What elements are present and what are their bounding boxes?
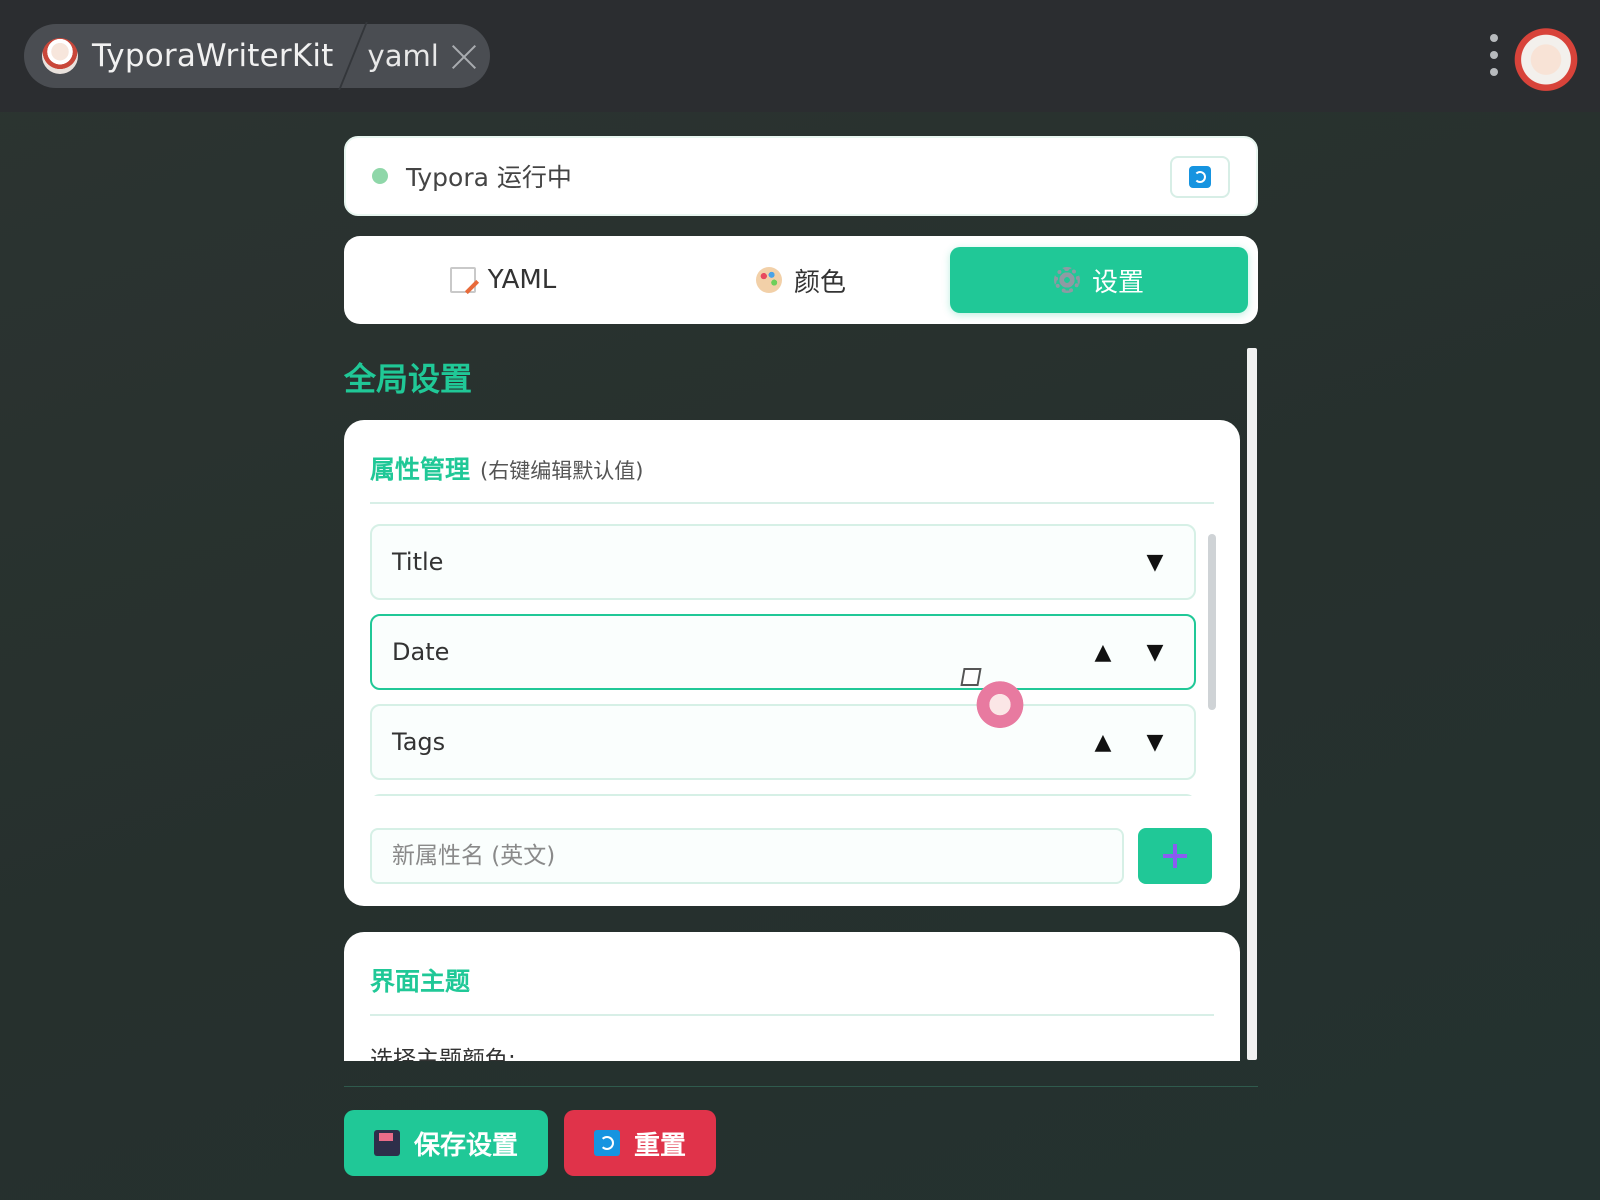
- floppy-disk-icon: [373, 1130, 400, 1156]
- move-down-icon[interactable]: ▼: [1142, 730, 1168, 755]
- attribute-label: Title: [392, 548, 444, 576]
- page-title: 全局设置: [344, 360, 473, 398]
- desktop-pet-icon[interactable]: [976, 676, 1024, 728]
- status-card: Typora 运行中: [344, 136, 1258, 216]
- title-bar: TyporaWriterKit yaml: [0, 0, 1600, 112]
- list-item[interactable]: [370, 794, 1196, 796]
- theme-card: 界面主题 选择主题颜色:: [344, 932, 1240, 1061]
- footer-divider: [344, 1086, 1258, 1087]
- app-tab-pill: TyporaWriterKit yaml: [24, 22, 490, 90]
- attribute-list[interactable]: Title ▼ Date ▲ ▼ Tags ▲ ▼: [370, 524, 1196, 796]
- divider: [370, 1014, 1214, 1016]
- more-options-icon[interactable]: [1488, 34, 1500, 78]
- status-indicator-icon: [372, 168, 388, 184]
- tab-yaml[interactable]: YAML: [354, 247, 652, 313]
- refresh-button[interactable]: [1170, 156, 1230, 198]
- move-down-icon[interactable]: ▼: [1142, 640, 1168, 665]
- attribute-label: Tags: [392, 728, 446, 756]
- status-text: Typora 运行中: [406, 163, 572, 192]
- attribute-management-hint: (右键编辑默认值): [480, 459, 644, 483]
- move-down-icon[interactable]: ▼: [1142, 550, 1168, 575]
- window-tab-yaml[interactable]: yaml: [368, 39, 439, 73]
- tab-settings-label: 设置: [1091, 267, 1144, 298]
- tab-colors-label: 颜色: [793, 267, 846, 298]
- tab-separator: [337, 22, 368, 90]
- list-item[interactable]: Title ▼: [370, 524, 1196, 600]
- settings-content[interactable]: 全局设置 属性管理 (右键编辑默认值) Title ▼ Date ▲ ▼ Tag…: [344, 346, 1258, 1061]
- app-name: TyporaWriterKit: [92, 38, 334, 74]
- move-up-icon[interactable]: ▲: [1090, 640, 1116, 665]
- attribute-list-scrollbar[interactable]: [1208, 534, 1216, 710]
- save-settings-button[interactable]: 保存设置: [344, 1110, 548, 1176]
- gear-icon: [1053, 267, 1080, 293]
- reset-button[interactable]: 重置: [564, 1110, 716, 1176]
- divider: [370, 502, 1214, 504]
- add-attribute-button[interactable]: [1138, 828, 1212, 884]
- avatar[interactable]: [1510, 20, 1582, 92]
- main-tabs: YAML 颜色 设置: [344, 236, 1258, 324]
- refresh-icon: [1189, 166, 1211, 188]
- theme-title: 界面主题: [370, 967, 471, 996]
- cursor-icon: [960, 668, 982, 686]
- list-item[interactable]: Tags ▲ ▼: [370, 704, 1196, 780]
- tab-colors[interactable]: 颜色: [652, 247, 950, 313]
- theme-color-label: 选择主题颜色:: [370, 1047, 516, 1061]
- list-item[interactable]: Date ▲ ▼: [370, 614, 1196, 690]
- palette-icon: [755, 267, 782, 293]
- content-scrollbar[interactable]: [1247, 348, 1257, 1060]
- attribute-management-title: 属性管理: [370, 455, 471, 484]
- memo-icon: [449, 267, 476, 293]
- move-up-icon[interactable]: ▲: [1090, 730, 1116, 755]
- refresh-icon: [593, 1130, 620, 1156]
- attribute-management-card: 属性管理 (右键编辑默认值) Title ▼ Date ▲ ▼ Tags ▲ ▼: [344, 420, 1240, 906]
- save-settings-label: 保存设置: [413, 1129, 518, 1160]
- tab-yaml-label: YAML: [487, 265, 557, 295]
- tab-settings[interactable]: 设置: [950, 247, 1248, 313]
- new-attribute-input[interactable]: [370, 828, 1124, 884]
- plus-icon: [1163, 844, 1187, 868]
- reset-label: 重置: [633, 1129, 686, 1160]
- attribute-label: Date: [392, 638, 450, 666]
- close-icon[interactable]: [451, 43, 477, 69]
- app-avatar-icon: [42, 38, 78, 74]
